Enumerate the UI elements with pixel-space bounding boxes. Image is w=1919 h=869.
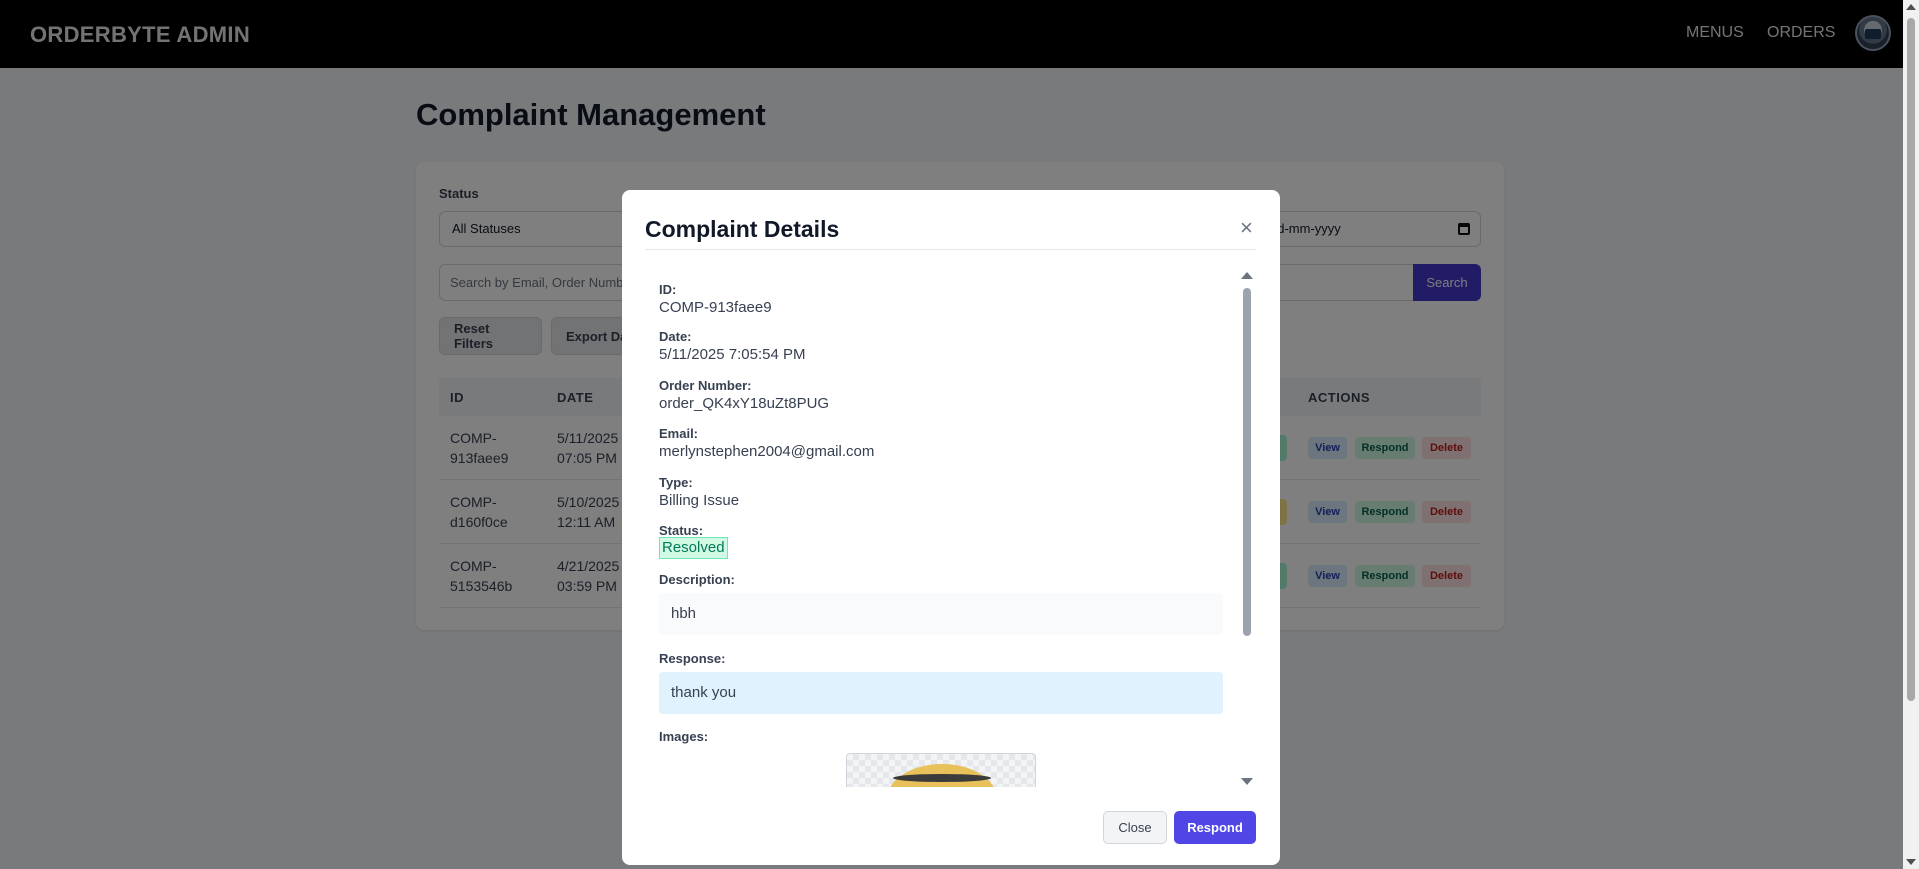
response-label: Response: [659, 651, 726, 666]
description-label: Description: [659, 572, 735, 587]
order-number-label: Order Number: [659, 378, 752, 393]
id-label: ID: [659, 282, 677, 297]
modal-divider [645, 249, 1256, 250]
date-label: Date: [659, 329, 692, 344]
modal-scrollbar[interactable] [1240, 268, 1254, 787]
status-resolved-badge: Resolved [659, 537, 728, 559]
scroll-down-arrow-icon[interactable] [1906, 859, 1916, 865]
email-value: merlynstephen2004@gmail.com [659, 443, 875, 460]
hat-band [893, 774, 991, 782]
email-label: Email: [659, 426, 699, 441]
modal-close-button[interactable]: Close [1103, 811, 1167, 844]
images-label: Images: [659, 729, 709, 744]
scrollbar-thumb[interactable] [1907, 18, 1915, 701]
response-box: thank you [659, 672, 1223, 714]
modal-respond-button[interactable]: Respond [1174, 811, 1256, 844]
modal-title: Complaint Details [645, 216, 840, 242]
modal-scroll-down-icon[interactable] [1241, 778, 1253, 785]
date-value: 5/11/2025 7:05:54 PM [659, 346, 806, 363]
scroll-up-arrow-icon[interactable] [1906, 4, 1916, 10]
type-label: Type: [659, 475, 693, 490]
complaint-image-thumbnail[interactable] [846, 753, 1036, 787]
close-icon[interactable]: × [1240, 217, 1253, 239]
order-number-value: order_QK4xY18uZt8PUG [659, 395, 830, 412]
type-value: Billing Issue [659, 492, 740, 509]
modal-scroll-up-icon[interactable] [1241, 272, 1253, 279]
status-label: Status: [659, 523, 704, 538]
page-scrollbar[interactable] [1903, 0, 1919, 869]
description-box: hbh [659, 593, 1223, 635]
modal-scroll-thumb[interactable] [1243, 288, 1251, 636]
modal-body[interactable]: ID: COMP-913faee9 Date: 5/11/2025 7:05:5… [645, 266, 1241, 787]
id-value: COMP-913faee9 [659, 299, 772, 316]
